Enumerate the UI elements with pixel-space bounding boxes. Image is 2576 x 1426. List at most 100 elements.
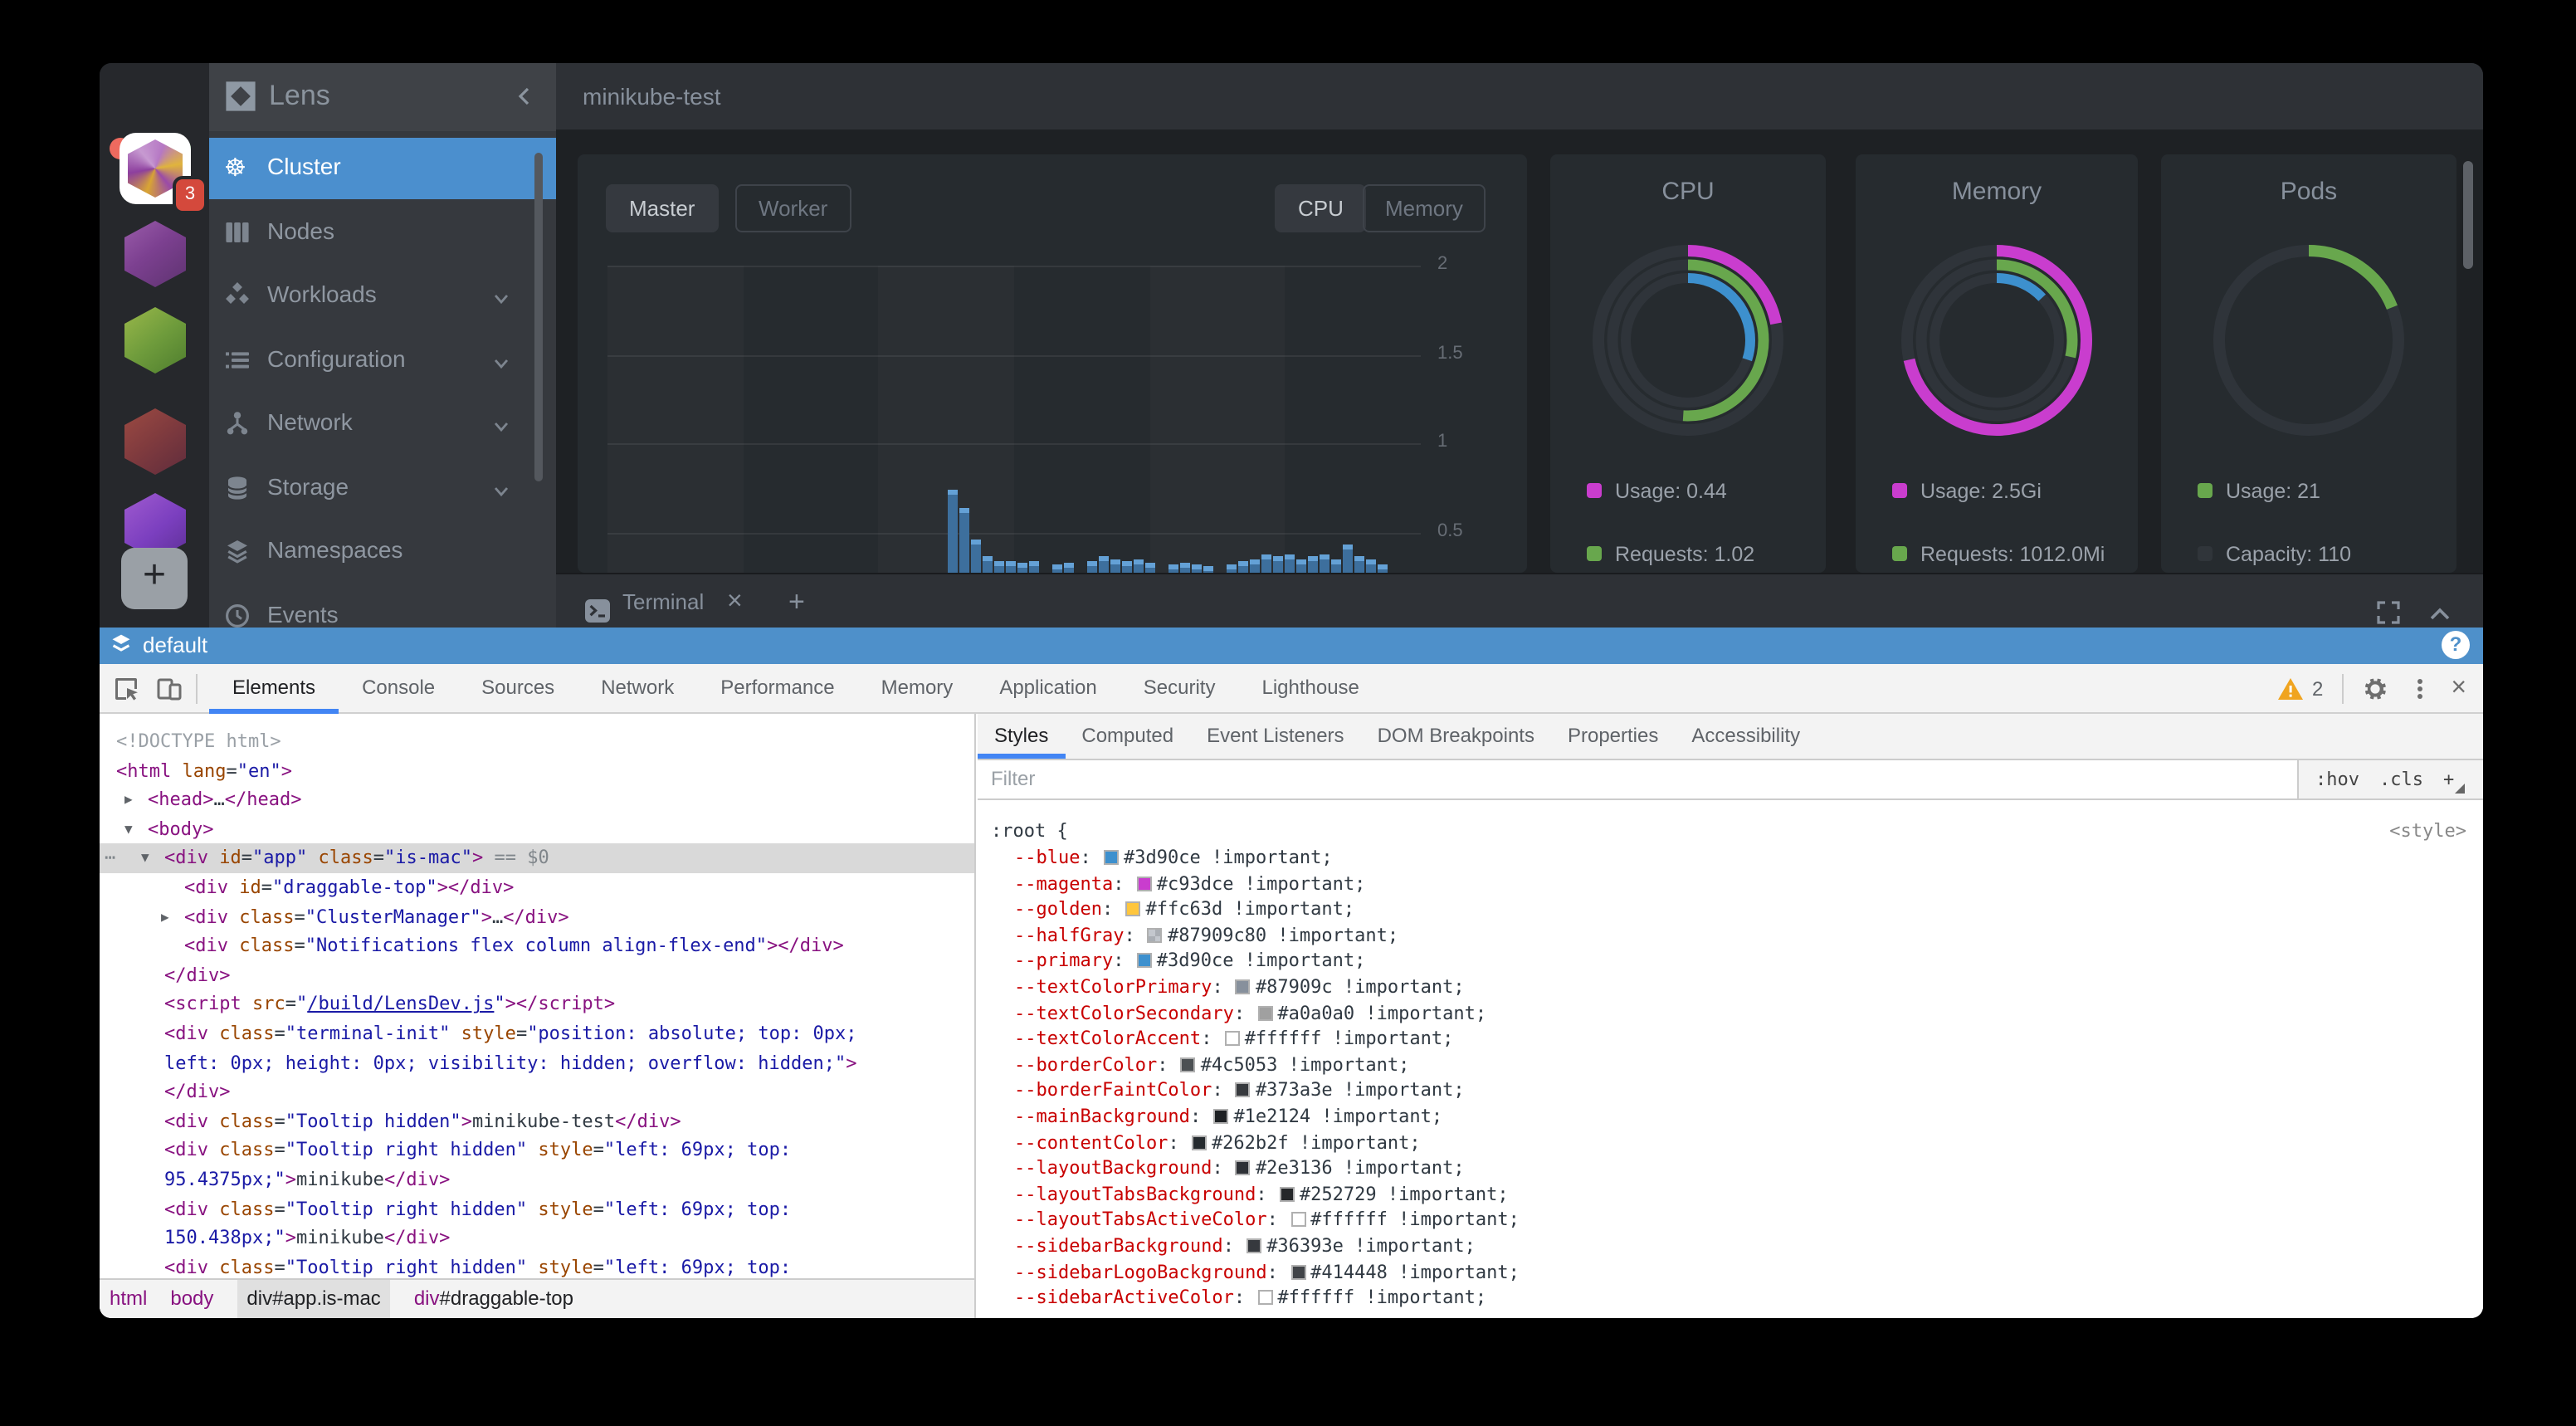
styles-tab-accessibility[interactable]: Accessibility [1675,714,1817,759]
dom-tree-line[interactable]: <div class="Tooltip right hidden" style=… [100,1253,974,1278]
terminal-fullscreen-icon[interactable] [2377,589,2400,613]
namespace-label[interactable]: default [143,632,207,657]
dom-tree-line[interactable]: <div id="draggable-top"></div> [100,873,974,902]
sidebar-item-storage[interactable]: Storage [209,457,556,519]
css-variable-row[interactable]: --halfGray: #87909c80 !important; [978,923,2483,949]
color-swatch[interactable] [1192,1135,1207,1150]
cluster-icon-purple[interactable] [124,221,186,287]
metric-tab-cpu[interactable]: CPU [1275,184,1367,232]
devtools-tab-security[interactable]: Security [1120,664,1239,714]
color-swatch[interactable] [1236,1083,1251,1098]
css-variable-row[interactable]: --borderFaintColor: #373a3e !important; [978,1078,2483,1104]
css-variable-row[interactable]: --textColorSecondary: #a0a0a0 !important… [978,1000,2483,1026]
terminal-tab-label[interactable]: Terminal [622,574,704,629]
css-variable-row[interactable]: --magenta: #c93dce !important; [978,871,2483,896]
css-variable-row[interactable]: --sidebarBackground: #36393e !important; [978,1233,2483,1259]
devtools-tab-elements[interactable]: Elements [209,664,339,714]
color-swatch[interactable] [1181,1057,1196,1072]
styles-tab-styles[interactable]: Styles [978,714,1065,759]
styles-filter-input[interactable]: Filter [991,767,1035,790]
dom-tree-line[interactable]: <script src="/build/LensDev.js"></script… [100,990,974,1019]
devtools-tab-sources[interactable]: Sources [458,664,578,714]
terminal-add-icon[interactable]: + [788,574,805,629]
sidebar-item-workloads[interactable]: Workloads [209,266,556,327]
css-variable-row[interactable]: --blue: #3d90ce !important; [978,845,2483,871]
color-swatch[interactable] [1236,979,1251,994]
cluster-icon-red[interactable] [124,408,186,475]
warning-icon[interactable] [2277,677,2304,701]
devtools-tab-application[interactable]: Application [976,664,1120,714]
css-variable-row[interactable]: --sidebarLogoBackground: #414448 !import… [978,1259,2483,1285]
color-swatch[interactable] [1104,850,1119,865]
color-swatch[interactable] [1280,1187,1295,1202]
color-swatch[interactable] [1213,1109,1228,1124]
style-rule-selector[interactable]: :root {<style> [978,818,2483,844]
devtools-tab-lighthouse[interactable]: Lighthouse [1238,664,1382,714]
sidebar-scrollbar[interactable] [534,153,543,481]
node-tab-worker[interactable]: Worker [735,184,851,232]
sidebar-item-cluster[interactable]: ☸Cluster [209,138,556,199]
gear-icon[interactable] [2361,676,2388,702]
css-variable-row[interactable]: --layoutBackground: #2e3136 !important; [978,1155,2483,1181]
breadcrumb-item[interactable]: html [110,1280,147,1318]
dom-tree-line[interactable]: <!DOCTYPE html> [100,727,974,756]
css-variable-row[interactable]: --layoutTabsActiveColor: #ffffff !import… [978,1208,2483,1233]
color-swatch[interactable] [1225,1031,1240,1046]
color-swatch[interactable] [1148,928,1163,943]
css-variable-row[interactable]: --sidebarActiveColor: #ffffff !important… [978,1285,2483,1311]
dom-tree-line[interactable]: <div class="Tooltip right hidden" style=… [100,1136,974,1165]
cluster-icon-green[interactable] [124,307,186,374]
dom-tree-line[interactable]: left: 0px; height: 0px; visibility: hidd… [100,1048,974,1077]
expand-arrow-closed[interactable]: ▶ [161,902,169,931]
css-variable-row[interactable]: --textColorPrimary: #87909c !important; [978,974,2483,1000]
sidebar-item-namespaces[interactable]: Namespaces [209,521,556,583]
styles-tab-event-listeners[interactable]: Event Listeners [1190,714,1360,759]
breadcrumb-item[interactable]: div#draggable-top [414,1280,573,1318]
sidebar-item-network[interactable]: Network [209,393,556,455]
breadcrumb-item[interactable]: body [170,1280,213,1318]
color-swatch[interactable] [1236,1160,1251,1175]
terminal-close-icon[interactable]: × [727,574,743,629]
color-swatch[interactable] [1290,1264,1305,1279]
color-swatch[interactable] [1247,1238,1261,1253]
css-variable-row[interactable]: --contentColor: #262b2f !important; [978,1130,2483,1155]
css-variable-row[interactable]: --borderColor: #4c5053 !important; [978,1052,2483,1078]
main-scrollbar[interactable] [2463,161,2473,269]
dom-tree-line[interactable]: </div> [100,1077,974,1106]
color-swatch[interactable] [1257,1005,1272,1020]
devtools-close-icon[interactable]: × [2451,676,2466,702]
dom-tree-line[interactable]: </div> [100,961,974,990]
dom-tree-line[interactable]: <div class="terminal-init" style="positi… [100,1019,974,1048]
color-swatch[interactable] [1290,1213,1305,1228]
help-button[interactable]: ? [2442,631,2470,659]
add-cluster-button[interactable]: + [121,548,188,609]
device-toolbar-icon[interactable] [156,676,183,702]
dom-tree-line[interactable]: 150.438px;">minikube</div> [100,1223,974,1253]
dom-tree-line[interactable]: ▶<head>…</head> [100,785,974,814]
dom-tree-line[interactable]: <div class="Tooltip hidden">minikube-tes… [100,1107,974,1136]
css-variable-row[interactable]: --mainBackground: #1e2124 !important; [978,1104,2483,1130]
expand-arrow-open[interactable]: ▼ [124,815,133,844]
kebab-menu-icon[interactable] [2406,676,2432,702]
sidebar-item-configuration[interactable]: Configuration [209,330,556,391]
expand-arrow-open[interactable]: ▼ [141,844,149,873]
dom-tree-line[interactable]: ▶<div class="ClusterManager">…</div> [100,902,974,931]
devtools-tab-console[interactable]: Console [339,664,458,714]
color-swatch[interactable] [1257,1290,1272,1305]
css-variable-row[interactable]: --primary: #3d90ce !important; [978,949,2483,974]
style-source-link[interactable]: <style> [2389,818,2466,844]
css-variable-row[interactable]: --textColorAccent: #ffffff !important; [978,1026,2483,1052]
dom-tree-line[interactable]: 95.4375px;">minikube</div> [100,1165,974,1194]
devtools-tab-network[interactable]: Network [578,664,697,714]
color-swatch[interactable] [1137,954,1152,969]
css-variable-row[interactable]: --layoutTabsBackground: #252729 !importa… [978,1182,2483,1208]
dom-tree-line[interactable]: <div class="Tooltip right hidden" style=… [100,1194,974,1223]
metric-tab-memory[interactable]: Memory [1362,184,1486,232]
color-swatch[interactable] [1137,876,1152,891]
devtools-tab-memory[interactable]: Memory [858,664,977,714]
dom-tree-line[interactable]: <div class="Notifications flex column al… [100,931,974,960]
styles-tab-properties[interactable]: Properties [1551,714,1675,759]
sidebar-collapse-button[interactable] [513,85,536,116]
sidebar-item-nodes[interactable]: Nodes [209,202,556,263]
dom-tree-line[interactable]: <html lang="en"> [100,756,974,785]
